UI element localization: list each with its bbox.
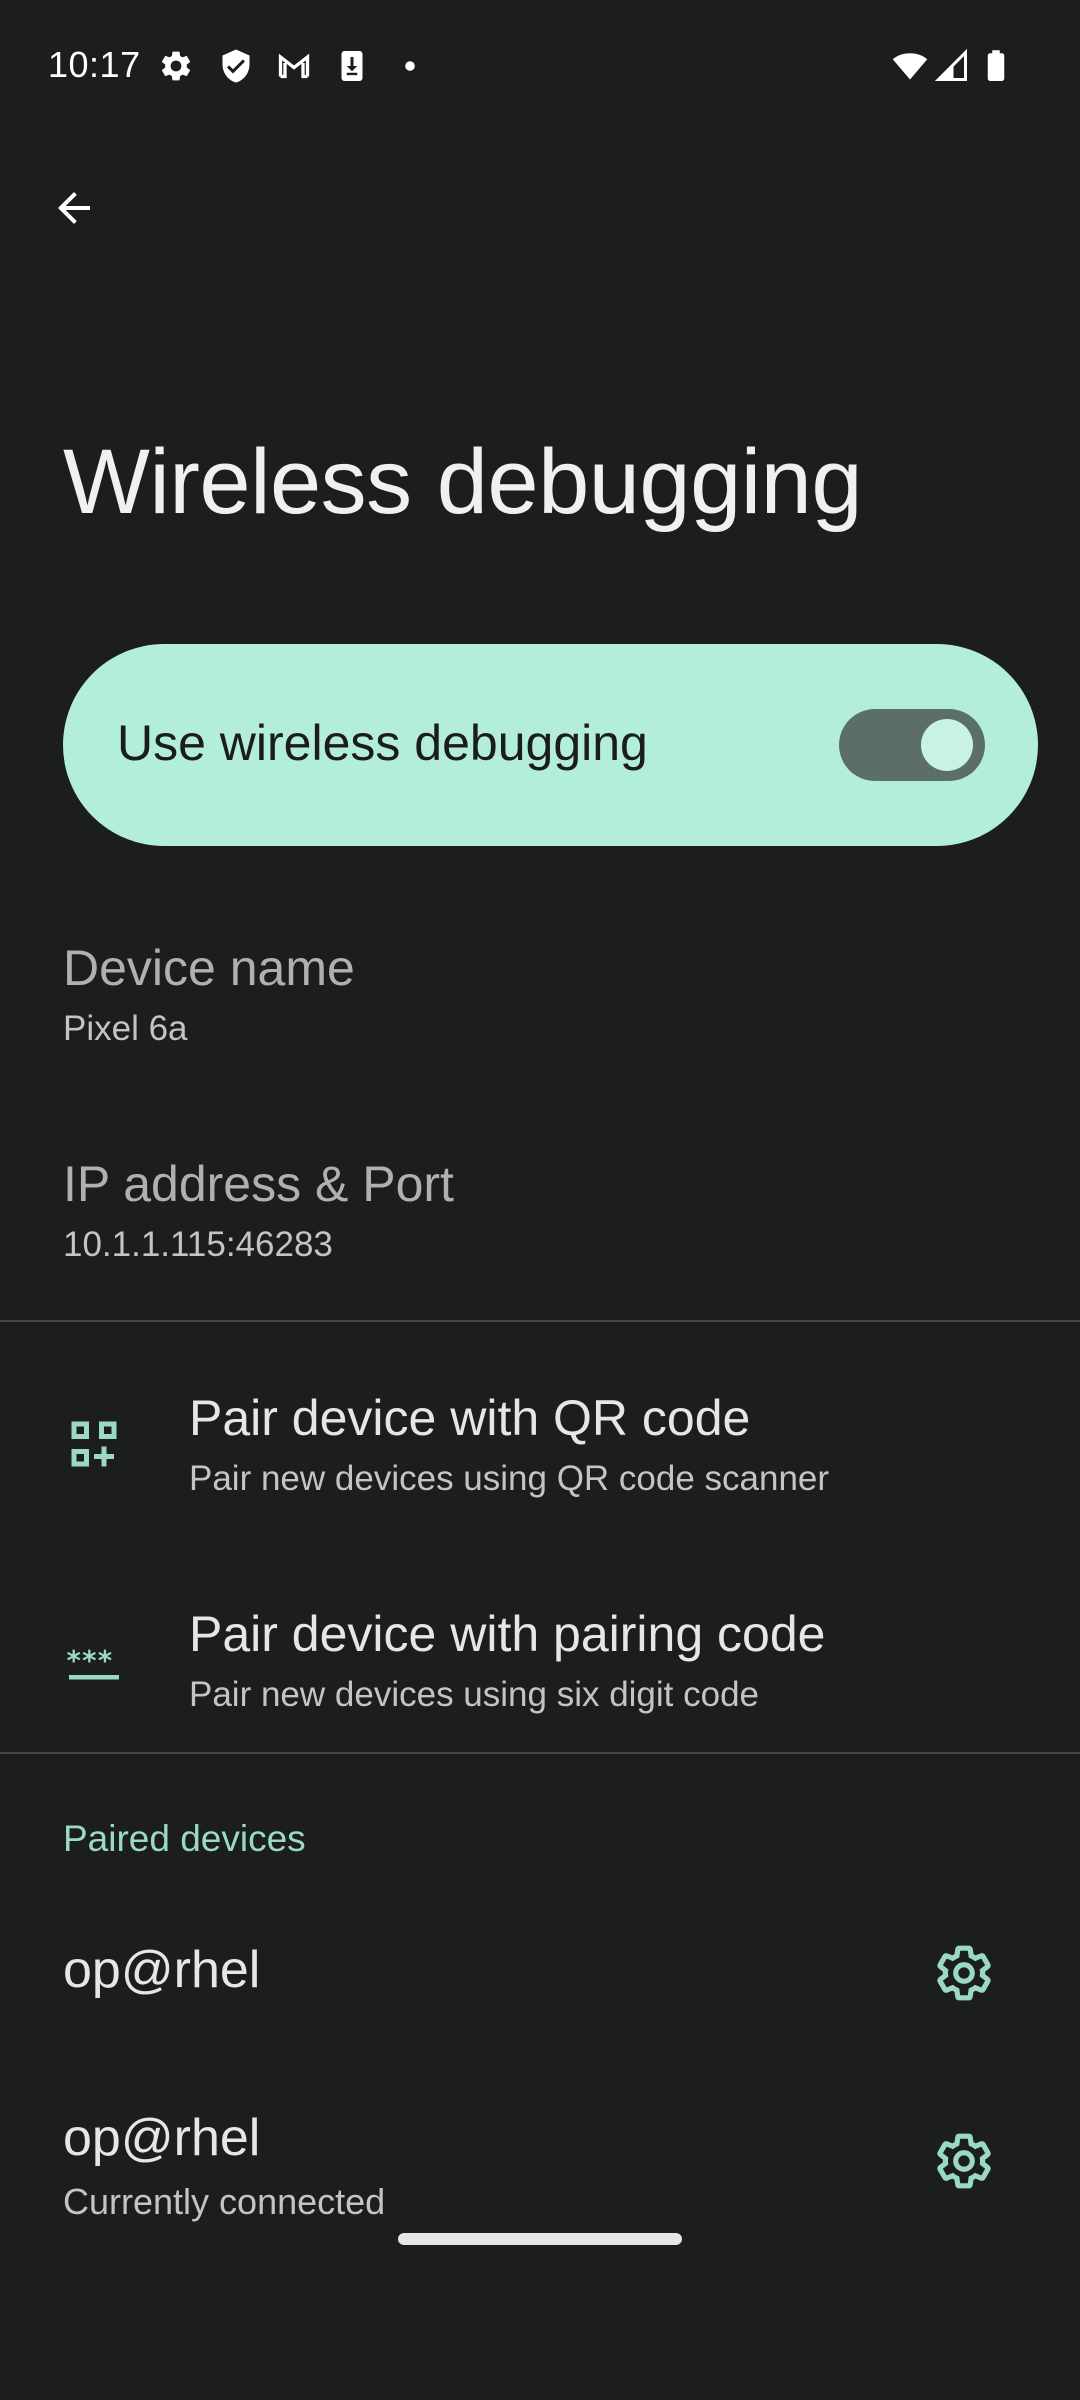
- battery-icon: [978, 48, 1014, 84]
- download-icon: [334, 48, 370, 84]
- gesture-navigation-bar[interactable]: [398, 2233, 682, 2245]
- paired-device-name: op@rhel: [63, 2109, 261, 2167]
- qr-code-icon: [64, 1414, 124, 1474]
- paired-device-settings-button[interactable]: [924, 2121, 1004, 2201]
- divider: [0, 1752, 1080, 1754]
- ip-address-preference: IP address & Port 10.1.1.115:46283: [63, 1154, 454, 1268]
- notification-dot-icon: [392, 48, 428, 84]
- use-wireless-debugging-switch-bar[interactable]: Use wireless debugging: [63, 644, 1038, 846]
- paired-device-item[interactable]: op@rhel Currently connected: [0, 2068, 1080, 2248]
- device-name-value: Pixel 6a: [63, 1009, 188, 1048]
- cell-signal-icon: [934, 48, 970, 84]
- status-bar: 10:17: [0, 0, 1080, 132]
- arrow-back-icon: [58, 192, 90, 224]
- pair-with-qr-code-item[interactable]: Pair device with QR code Pair new device…: [0, 1354, 1080, 1544]
- settings-gear-icon: [158, 48, 194, 84]
- pair-qr-subtitle: Pair new devices using QR code scanner: [189, 1459, 830, 1498]
- wireless-debugging-toggle[interactable]: [839, 709, 985, 781]
- main-switch-label: Use wireless debugging: [117, 715, 648, 771]
- gear-icon: [937, 1945, 991, 2001]
- pairing-code-icon: ***: [64, 1630, 124, 1690]
- back-button[interactable]: [32, 166, 116, 250]
- svg-text:***: ***: [67, 1645, 114, 1677]
- ip-address-title: IP address & Port: [63, 1156, 454, 1212]
- ip-address-value: 10.1.1.115:46283: [63, 1225, 333, 1264]
- gear-icon: [937, 2133, 991, 2189]
- paired-devices-header: Paired devices: [63, 1818, 306, 1859]
- paired-device-item[interactable]: op@rhel: [0, 1900, 1080, 2050]
- paired-device-settings-button[interactable]: [924, 1933, 1004, 2013]
- wifi-icon: [892, 48, 928, 84]
- gmail-icon: [276, 48, 312, 84]
- pair-with-pairing-code-item[interactable]: *** Pair device with pairing code Pair n…: [0, 1570, 1080, 1760]
- status-time: 10:17: [48, 44, 141, 85]
- pair-code-title: Pair device with pairing code: [189, 1606, 826, 1662]
- divider: [0, 1320, 1080, 1322]
- device-name-title: Device name: [63, 940, 355, 996]
- toggle-thumb: [921, 719, 973, 771]
- page-title: Wireless debugging: [63, 431, 863, 533]
- paired-device-name: op@rhel: [63, 1941, 261, 1999]
- pair-qr-title: Pair device with QR code: [189, 1390, 751, 1446]
- pair-code-subtitle: Pair new devices using six digit code: [189, 1675, 760, 1714]
- shield-icon: [218, 48, 254, 84]
- device-name-preference: Device name Pixel 6a: [63, 938, 355, 1052]
- paired-device-status: Currently connected: [63, 2181, 386, 2222]
